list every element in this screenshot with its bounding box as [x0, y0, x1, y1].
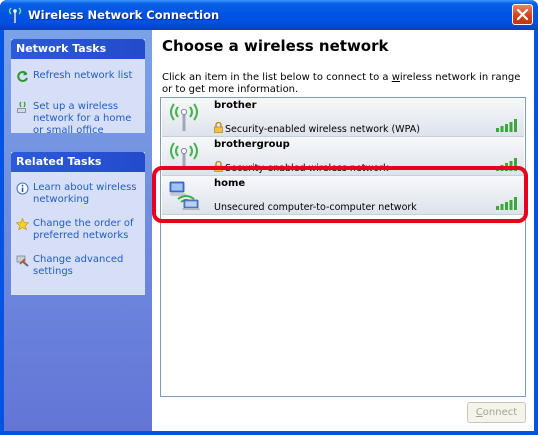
lock-icon [214, 122, 223, 133]
info-icon [16, 182, 29, 195]
refresh-icon [17, 71, 28, 82]
instructions-text: Click an item in the list below to conne… [162, 72, 524, 96]
network-item-brother[interactable]: brother Security-enabled wireless networ… [162, 98, 524, 137]
change-advanced-settings-link[interactable]: Change advanced settings [11, 254, 145, 278]
wireless-network-window: Wireless Network Connection Network Task… [0, 0, 538, 435]
network-tasks-header[interactable]: Network Tasks [11, 39, 145, 59]
title-bar[interactable]: Wireless Network Connection [0, 0, 538, 30]
page-title: Choose a wireless network [162, 37, 389, 55]
connect-label-accesskey: C [475, 407, 483, 418]
instructions-pre: Click an item in the list below to conne… [162, 72, 392, 83]
wireless-network-list[interactable]: brother Security-enabled wireless networ… [160, 97, 526, 397]
setup-wireless-network-link[interactable]: Set up a wireless network for a home or … [11, 101, 145, 137]
related-tasks-box: Related Tasks Learn about wireless netwo… [11, 152, 145, 295]
content-pane: Choose a wireless network Click an item … [152, 30, 534, 431]
window-border-bottom [0, 431, 538, 435]
instructions-accesskey: w [391, 72, 400, 83]
learn-about-wireless-label: Learn about wireless networking [33, 182, 137, 205]
selection-highlight-annotation [152, 166, 528, 223]
network-tasks-box: Network Tasks Refresh network list Set u… [11, 39, 145, 136]
related-tasks-header[interactable]: Related Tasks [11, 152, 145, 172]
connect-label-post: onnect [482, 407, 518, 418]
setup-wireless-network-label: Set up a wireless network for a home or … [33, 101, 132, 136]
wireless-antenna-icon [8, 7, 22, 23]
window-title: Wireless Network Connection [28, 8, 220, 22]
star-icon [16, 218, 29, 231]
task-pane: Network Tasks Refresh network list Set u… [4, 30, 152, 431]
setup-wizard-icon [17, 101, 26, 113]
learn-about-wireless-link[interactable]: Learn about wireless networking [11, 182, 145, 206]
close-icon [516, 8, 529, 21]
tools-icon [16, 255, 29, 267]
connect-button[interactable]: Connect [467, 402, 526, 423]
network-name: brothergroup [214, 139, 290, 150]
refresh-network-list-label: Refresh network list [33, 70, 133, 81]
network-description: Security-enabled wireless network (WPA) [225, 124, 420, 135]
close-button[interactable] [512, 4, 533, 25]
signal-strength-icon [496, 119, 517, 132]
network-name: brother [214, 100, 257, 111]
window-border-right [534, 30, 538, 435]
refresh-network-list-link[interactable]: Refresh network list [11, 70, 145, 82]
change-advanced-settings-label: Change advanced settings [33, 254, 124, 277]
change-order-preferred-link[interactable]: Change the order of preferred networks [11, 218, 145, 242]
access-point-icon [170, 103, 198, 131]
change-order-preferred-label: Change the order of preferred networks [33, 218, 134, 241]
